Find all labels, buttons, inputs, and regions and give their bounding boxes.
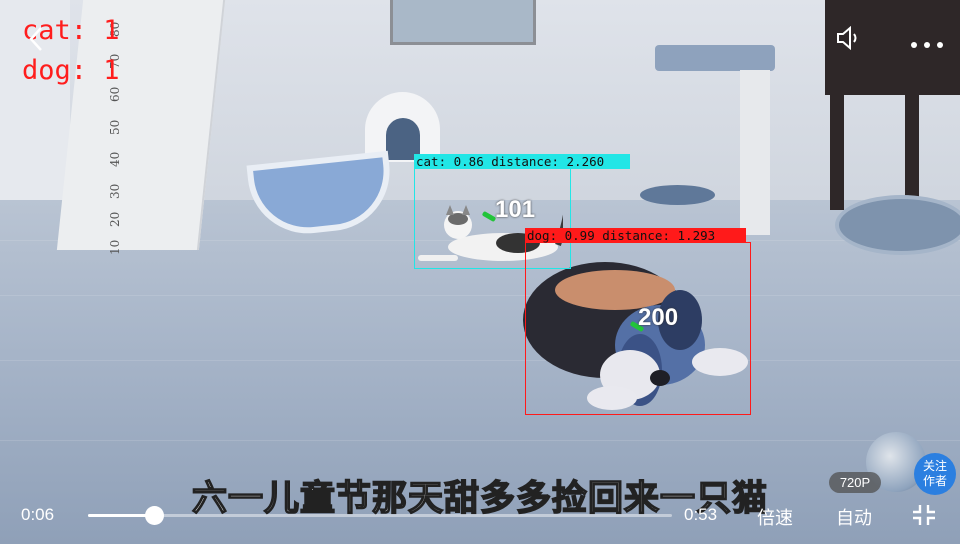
progress-bar[interactable] [88, 506, 672, 525]
quality-badge[interactable]: 720P [829, 472, 881, 493]
video-player[interactable]: 80 70 60 50 40 30 20 10 cat: 1 dog: 1 ca… [0, 0, 960, 544]
ruler-mark: 10 [108, 239, 122, 255]
dog-track-id: 200 [638, 304, 679, 331]
cat-stool [640, 185, 715, 205]
duration: 0:53 [684, 505, 718, 524]
cat-detection-label: cat: 0.86 distance: 2.260 [414, 154, 630, 169]
chevron-left-icon[interactable] [28, 26, 44, 56]
more-dots-icon[interactable] [910, 34, 944, 53]
side-table-leg [830, 90, 844, 210]
cat-tower-top [655, 45, 775, 71]
video-frame: 80 70 60 50 40 30 20 10 [0, 0, 960, 544]
pet-bed [835, 195, 960, 255]
side-table-leg [905, 90, 919, 200]
auto-quality-button[interactable]: 自动 [836, 504, 872, 530]
current-time: 0:06 [21, 505, 55, 524]
speaker-icon[interactable] [836, 25, 862, 54]
collapse-icon[interactable] [911, 503, 937, 531]
dog-detection-label: dog: 0.99 distance: 1.293 [525, 228, 746, 243]
cat-track-id: 101 [495, 196, 536, 223]
wall-picture [390, 0, 536, 45]
playback-speed-button[interactable]: 倍速 [757, 504, 793, 530]
dog-count: dog: 1 [22, 55, 120, 86]
progress-thumb[interactable] [144, 506, 164, 525]
cat-tower-post [740, 70, 770, 235]
